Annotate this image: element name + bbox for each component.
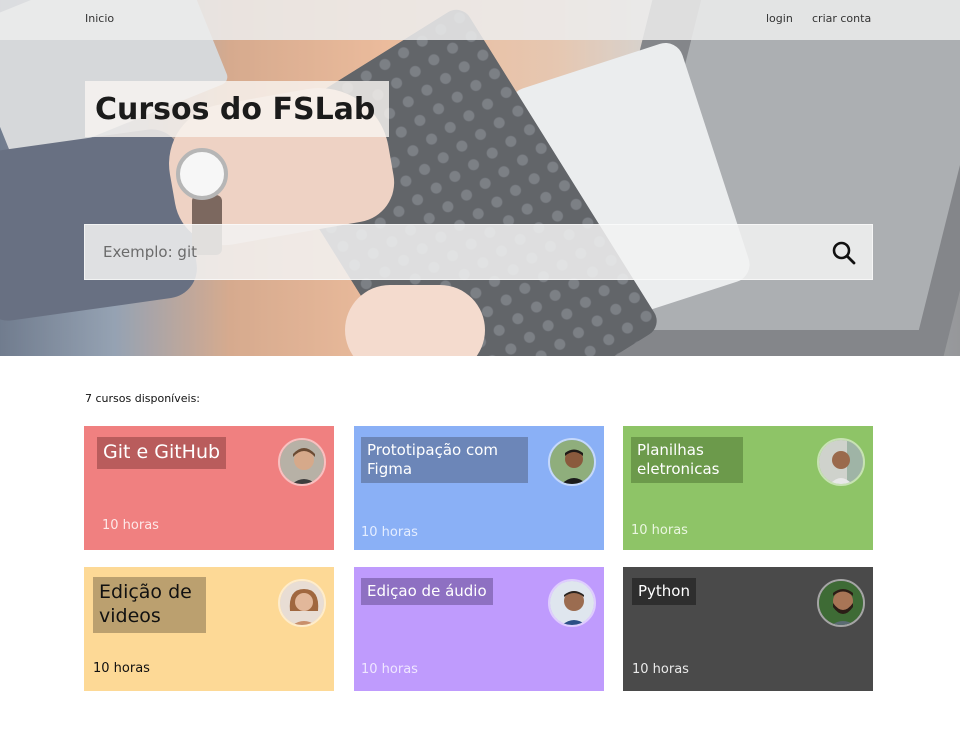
course-title: Ediçao de áudio — [361, 578, 493, 605]
nav-home-link[interactable]: Inicio — [85, 12, 114, 25]
search-input[interactable] — [85, 225, 825, 279]
course-hours: 10 horas — [631, 523, 688, 538]
courses-count: 7 cursos disponíveis: — [85, 392, 201, 405]
course-hours: 10 horas — [361, 525, 418, 540]
course-card-figma[interactable]: Prototipação com Figma 10 horas — [354, 426, 604, 550]
course-title: Edição de videos — [93, 577, 206, 633]
course-card-edicao-videos[interactable]: Edição de videos 10 horas — [84, 567, 334, 691]
course-hours: 10 horas — [102, 518, 159, 533]
course-title: Prototipação com Figma — [361, 437, 528, 483]
course-card-python[interactable]: Python 10 horas — [623, 567, 873, 691]
instructor-avatar — [548, 438, 596, 486]
course-hours: 10 horas — [632, 662, 689, 677]
avatar-photo-icon — [280, 581, 324, 625]
course-title: Git e GitHub — [97, 437, 227, 469]
hero-overlay — [0, 0, 960, 356]
search-button[interactable] — [830, 239, 858, 267]
search-icon — [832, 241, 856, 265]
avatar-photo-icon — [550, 440, 594, 484]
nav-login-link[interactable]: login — [766, 12, 793, 25]
instructor-avatar — [278, 579, 326, 627]
nav-signup-link[interactable]: criar conta — [812, 12, 871, 25]
avatar-photo-icon — [819, 581, 863, 625]
instructor-avatar — [278, 438, 326, 486]
course-card-edicao-audio[interactable]: Ediçao de áudio 10 horas — [354, 567, 604, 691]
instructor-avatar — [548, 579, 596, 627]
avatar-photo-icon — [280, 440, 324, 484]
avatar-photo-icon — [550, 581, 594, 625]
course-hours: 10 horas — [361, 662, 418, 677]
search-bar — [84, 224, 873, 280]
course-title: Planilhas eletronicas — [631, 437, 743, 483]
hero-banner: Inicio login criar conta Cursos do FSLab — [0, 0, 960, 356]
instructor-avatar — [817, 438, 865, 486]
course-card-git-github[interactable]: Git e GitHub 10 horas — [84, 426, 334, 550]
instructor-avatar — [817, 579, 865, 627]
course-card-planilhas[interactable]: Planilhas eletronicas 10 horas — [623, 426, 873, 550]
avatar-photo-icon — [819, 440, 863, 484]
course-title: Python — [632, 578, 696, 605]
page-title: Cursos do FSLab — [85, 81, 390, 137]
top-navigation: Inicio login criar conta — [0, 0, 960, 40]
course-hours: 10 horas — [93, 661, 150, 676]
